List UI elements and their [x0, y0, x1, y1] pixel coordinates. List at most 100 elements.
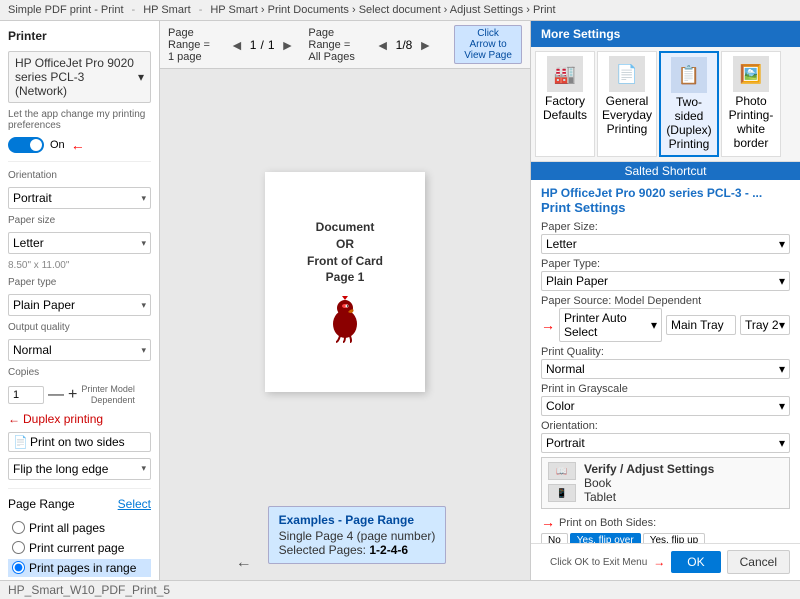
print-quality-label: Print Quality:: [541, 346, 790, 358]
output-quality-select[interactable]: Normal ▾: [8, 339, 151, 361]
shortcut-label: Photo Printing- white border: [726, 94, 776, 150]
bottom-area: ← Examples - Page Range Single Page 4 (p…: [160, 494, 530, 580]
paper-size-value: Letter: [13, 236, 44, 250]
printer-selector[interactable]: HP OfficeJet Pro 9020 series PCL-3 (Netw…: [8, 51, 151, 103]
output-quality-label: Output quality: [8, 322, 151, 333]
right-panel: More Settings 🏭 Factory Defaults 📄 Gener…: [530, 21, 800, 580]
example1: Single Page 4 (page number): [279, 529, 436, 543]
paper-size-dropdown[interactable]: Letter ▾: [541, 234, 790, 254]
toggle-on-label: On: [50, 139, 65, 151]
toggle-arrow-icon: ←: [71, 137, 85, 153]
chevron-down-icon: ▾: [779, 237, 785, 251]
paper-source-main-tray[interactable]: Main Tray: [666, 315, 736, 335]
copies-increase-button[interactable]: +: [68, 386, 77, 404]
orientation-label-right: Orientation:: [541, 420, 790, 432]
ok-arrow-icon: →: [653, 555, 665, 569]
shortcut-factory-defaults[interactable]: 🏭 Factory Defaults: [535, 51, 595, 157]
copies-input[interactable]: [8, 386, 44, 404]
selected-shortcut-bar: Salted Shortcut: [531, 162, 800, 180]
chevron-down-icon: ▾: [141, 463, 146, 474]
duplex-label: ← Duplex printing: [8, 412, 151, 426]
shortcut-label: Factory Defaults: [540, 94, 590, 122]
paper-line3: Front of Card: [307, 253, 383, 270]
statusbar: HP_Smart_W10_PDF_Print_5: [0, 580, 800, 599]
nav-prev-button[interactable]: ◄: [228, 37, 246, 53]
copies-decrease-button[interactable]: —: [48, 386, 64, 404]
paper-type-value: Plain Paper: [546, 274, 608, 288]
chevron-down-icon: ▾: [779, 318, 785, 332]
orientation-label: Orientation: [8, 170, 151, 181]
all-prev-button[interactable]: ◄: [374, 37, 392, 53]
preview-area: Document OR Front of Card Page 1: [160, 69, 530, 494]
chevron-down-icon: ▾: [779, 399, 785, 413]
selected-shortcut-label: Salted Shortcut: [624, 164, 706, 178]
verify-text: Verify / Adjust Settings Book Tablet: [584, 462, 714, 504]
paper-dims: 8.50" x 11.00": [8, 260, 151, 271]
right-cancel-button[interactable]: Cancel: [727, 550, 790, 574]
shortcut-duplex-printing[interactable]: 📋 Two-sided (Duplex) Printing: [659, 51, 719, 157]
printer-name-label: HP OfficeJet Pro 9020 series PCL-3 (Netw…: [15, 56, 138, 98]
nav-total: 1: [268, 38, 275, 52]
example2: Selected Pages: 1-2-4-6: [279, 543, 436, 557]
nav-next-button[interactable]: ►: [279, 37, 297, 53]
paper-size-select[interactable]: Letter ▾: [8, 232, 151, 254]
center-panel: Page Range = 1 page ◄ 1 / 1 ► Page Range…: [160, 21, 530, 580]
chevron-down-icon: ▾: [779, 274, 785, 288]
shortcut-photo-printing[interactable]: 🖼️ Photo Printing- white border: [721, 51, 781, 157]
paper-type-label: Paper type: [8, 277, 151, 288]
select-link[interactable]: Select: [118, 497, 151, 511]
grayscale-dropdown[interactable]: Color ▾: [541, 396, 790, 416]
paper-source-auto-select[interactable]: Printer Auto Select ▾: [559, 308, 662, 342]
left-arrow-icon: ←: [236, 554, 252, 572]
radio-print-current[interactable]: Print current page: [8, 539, 151, 557]
auto-printing-toggle-row: On ←: [8, 137, 151, 153]
duplex-edge-select[interactable]: Flip the long edge ▾: [8, 458, 151, 480]
view-page-button[interactable]: Click Arrow to View Page: [454, 25, 522, 64]
paper-line1: Document: [307, 219, 383, 236]
paper-source-tray2[interactable]: Tray 2 ▾: [740, 315, 790, 335]
shortcut-everyday-printing[interactable]: 📄 General Everyday Printing: [597, 51, 657, 157]
printer-section-title: Printer: [8, 29, 151, 43]
print-both-yes-flip-option[interactable]: Yes, flip over: [570, 533, 641, 543]
exit-menu-label: Click OK to Exit Menu: [550, 557, 647, 568]
grayscale-label: Print in Grayscale: [541, 383, 790, 395]
center-top-bar: Page Range = 1 page ◄ 1 / 1 ► Page Range…: [160, 21, 530, 69]
chevron-down-icon: ▾: [141, 300, 146, 311]
output-quality-value: Normal: [13, 343, 52, 357]
print-both-yes-up-option[interactable]: Yes, flip up: [643, 533, 706, 543]
verify-icons: 📖 📱: [548, 462, 576, 502]
paper-type-label: Paper Type:: [541, 258, 790, 270]
page-range-radio-list: Print all pages Print current page Print…: [8, 519, 151, 577]
grayscale-value: Color: [546, 399, 575, 413]
paper-type-dropdown[interactable]: Plain Paper ▾: [541, 271, 790, 291]
all-next-button[interactable]: ►: [416, 37, 434, 53]
duplex-select[interactable]: 📄 Print on two sides: [8, 432, 151, 452]
print-both-sides-label: Print on Both Sides:: [559, 517, 656, 529]
radio-print-all[interactable]: Print all pages: [8, 519, 151, 537]
page-range-header: Page Range Select: [8, 497, 151, 511]
paper-size-value: Letter: [546, 237, 577, 251]
tablet-icon: 📱: [548, 484, 576, 502]
chevron-down-icon: ▾: [779, 436, 785, 450]
arrow-left-icon: ←: [8, 412, 20, 426]
orientation-select[interactable]: Portrait ▾: [8, 187, 151, 209]
page-range-info: Page Range = 1 page: [168, 27, 216, 63]
paper-size-label: Paper size: [8, 215, 151, 226]
radio-print-range[interactable]: Print pages in range: [8, 559, 151, 577]
print-both-no-option[interactable]: No: [541, 533, 568, 543]
right-panel-title: More Settings: [531, 21, 800, 47]
paper-line4: Page 1: [307, 269, 383, 286]
print-quality-dropdown[interactable]: Normal ▾: [541, 359, 790, 379]
chevron-down-icon: ▾: [779, 362, 785, 376]
duplex-edge-value: Flip the long edge: [13, 462, 108, 476]
paper-type-select[interactable]: Plain Paper ▾: [8, 294, 151, 316]
ok-button[interactable]: OK: [671, 551, 720, 573]
chevron-down-icon: ▾: [138, 70, 144, 84]
paper-text: Document OR Front of Card Page 1: [307, 219, 383, 286]
auto-printing-toggle[interactable]: [8, 137, 44, 153]
orientation-dropdown[interactable]: Portrait ▾: [541, 433, 790, 453]
paper-preview: Document OR Front of Card Page 1: [265, 172, 425, 392]
title-bar: Simple PDF print - Print - HP Smart - HP…: [0, 0, 800, 21]
chevron-down-icon: ▾: [141, 193, 146, 204]
orientation-value: Portrait: [13, 191, 52, 205]
